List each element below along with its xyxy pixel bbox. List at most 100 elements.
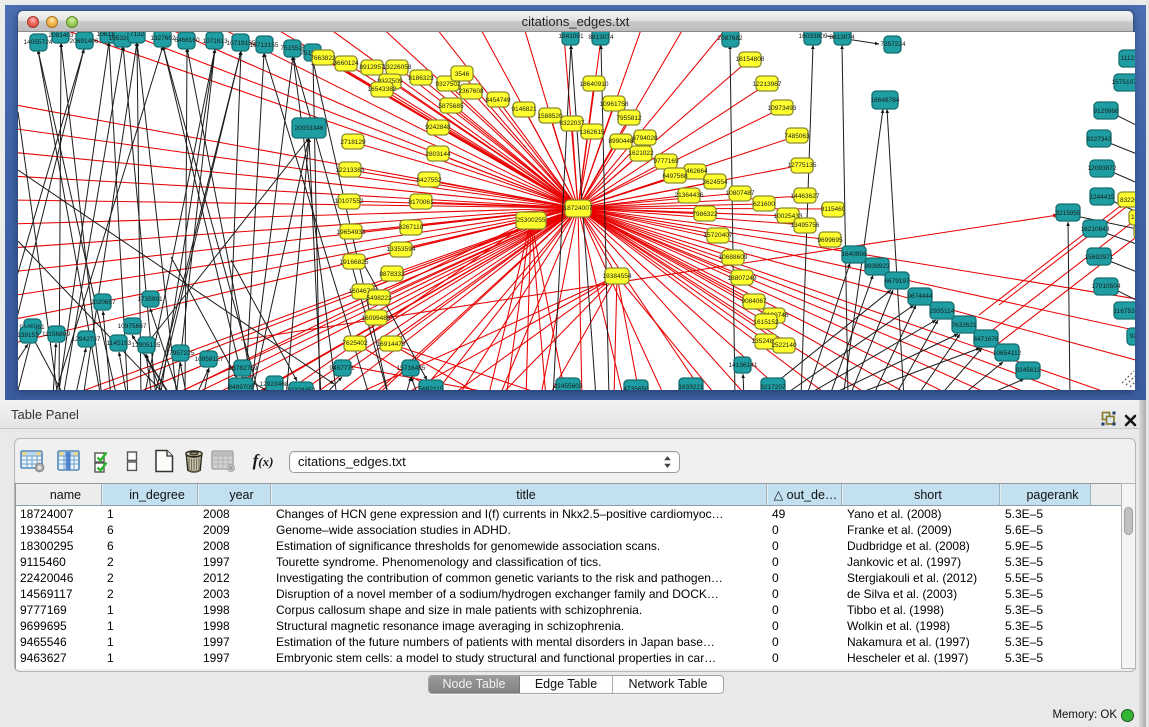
svg-text:1327602: 1327602	[150, 35, 176, 42]
svg-text:16782759: 16782759	[229, 365, 258, 372]
svg-text:19166825: 19166825	[340, 259, 369, 266]
svg-text:18640910: 18640910	[580, 81, 609, 88]
svg-text:10688609: 10688609	[719, 254, 748, 261]
svg-text:8813074: 8813074	[829, 34, 855, 41]
svg-text:8912957: 8912957	[359, 64, 385, 71]
svg-text:9777169: 9777169	[653, 158, 679, 165]
svg-text:14136141: 14136141	[729, 362, 758, 369]
svg-text:9115460: 9115460	[821, 206, 846, 213]
svg-text:7986322: 7986322	[692, 211, 718, 218]
svg-text:7485063: 7485063	[784, 133, 810, 140]
svg-text:6794028: 6794028	[632, 135, 658, 142]
svg-text:9699695: 9699695	[817, 237, 843, 244]
svg-text:8489709: 8489709	[228, 384, 254, 390]
svg-text:16099489: 16099489	[362, 315, 391, 322]
svg-text:7632621: 7632621	[951, 322, 977, 329]
svg-text:8878332: 8878332	[379, 271, 405, 278]
svg-text:3624554: 3624554	[702, 179, 728, 186]
svg-text:9674444: 9674444	[907, 293, 933, 300]
svg-text:19384554: 19384554	[603, 273, 632, 280]
svg-text:15692971: 15692971	[1085, 254, 1114, 261]
svg-text:2718129: 2718129	[340, 139, 366, 146]
svg-text:1244415: 1244415	[1089, 194, 1115, 201]
svg-text:15716485: 15716485	[397, 365, 426, 372]
svg-text:8454749: 8454749	[485, 97, 511, 104]
svg-text:6679197: 6679197	[884, 278, 910, 285]
svg-text:10958127: 10958127	[195, 356, 224, 363]
svg-text:19654933: 19654933	[337, 229, 366, 236]
svg-text:12213967: 12213967	[753, 81, 782, 88]
svg-text:3215955: 3215955	[1055, 210, 1081, 217]
svg-text:6497568: 6497568	[662, 173, 688, 180]
svg-text:139153: 139153	[18, 332, 39, 339]
svg-text:10107552: 10107552	[335, 198, 364, 205]
svg-text:9217207: 9217207	[760, 384, 786, 390]
svg-text:3267110: 3267110	[399, 224, 424, 231]
svg-text:17010504: 17010504	[1092, 283, 1121, 290]
svg-text:7625402: 7625402	[342, 340, 368, 347]
svg-text:13353594: 13353594	[387, 246, 416, 253]
svg-text:111218: 111218	[1121, 55, 1135, 62]
svg-text:8471676: 8471676	[973, 336, 999, 343]
svg-text:16648784: 16648784	[871, 97, 900, 104]
svg-text:9227343: 9227343	[1086, 136, 1112, 143]
svg-text:10973493: 10973493	[768, 105, 797, 112]
svg-text:7132: 7132	[130, 32, 145, 38]
svg-text:16543382: 16543382	[368, 86, 397, 93]
svg-text:18724007: 18724007	[564, 205, 593, 212]
svg-text:3546: 3546	[455, 71, 470, 78]
svg-text:92450: 92450	[1130, 333, 1135, 340]
svg-text:12942737: 12942737	[72, 336, 101, 343]
svg-text:13495756: 13495756	[791, 222, 820, 229]
svg-text:17957225: 17957225	[166, 350, 195, 357]
svg-text:1640956: 1640956	[841, 251, 867, 258]
svg-text:2935114: 2935114	[930, 308, 955, 315]
svg-text:9129966: 9129966	[1093, 108, 1119, 115]
svg-text:18807249: 18807249	[728, 275, 757, 282]
svg-text:20053346: 20053346	[295, 125, 324, 132]
svg-text:5498222: 5498222	[366, 295, 392, 302]
svg-text:5682115: 5682115	[419, 386, 444, 390]
svg-text:7663822: 7663822	[310, 55, 336, 62]
svg-text:1621022: 1621022	[628, 150, 654, 157]
svg-text:16154808: 16154808	[736, 56, 765, 63]
svg-text:22455603: 22455603	[554, 383, 583, 390]
svg-text:7955812: 7955812	[616, 115, 642, 122]
svg-text:8990448: 8990448	[608, 138, 634, 145]
svg-text:12775135: 12775135	[788, 162, 817, 169]
svg-text:9084067: 9084067	[741, 298, 767, 305]
svg-text:12213383: 12213383	[336, 167, 365, 174]
svg-text:14055724: 14055724	[24, 39, 53, 46]
svg-text:8813074: 8813074	[588, 34, 614, 41]
svg-text:9327502: 9327502	[435, 81, 461, 88]
svg-text:10654112: 10654112	[993, 350, 1022, 357]
svg-text:8186323: 8186323	[408, 75, 434, 82]
svg-text:7357224: 7357224	[880, 41, 906, 48]
svg-text:1167533: 1167533	[1114, 308, 1135, 315]
svg-text:1841091: 1841091	[558, 33, 584, 40]
svg-text:5875685: 5875685	[438, 103, 464, 110]
svg-text:3660124: 3660124	[333, 60, 359, 67]
svg-text:16210643: 16210643	[1081, 226, 1110, 233]
svg-text:10961758: 10961758	[600, 101, 629, 108]
svg-text:16033809: 16033809	[799, 33, 828, 40]
svg-text:2087682: 2087682	[717, 35, 743, 42]
svg-text:8938923: 8938923	[864, 263, 890, 270]
svg-text:1145193: 1145193	[107, 340, 132, 347]
svg-text:1362615: 1362615	[579, 129, 605, 136]
svg-text:1071913: 1071913	[202, 38, 228, 45]
svg-text:8170061: 8170061	[408, 199, 434, 206]
svg-text:21364436: 21364436	[675, 192, 704, 199]
svg-text:621600: 621600	[753, 201, 775, 208]
svg-text:11156809: 11156809	[42, 331, 70, 338]
svg-text:12923468: 12923468	[260, 381, 289, 388]
svg-text:10975667: 10975667	[118, 323, 147, 330]
svg-text:15958: 15958	[1131, 214, 1135, 221]
svg-text:9146821: 9146821	[511, 106, 537, 113]
svg-text:1735991: 1735991	[137, 296, 163, 303]
svg-text:1588520: 1588520	[537, 113, 563, 120]
svg-text:15720407: 15720407	[704, 232, 733, 239]
svg-text:2803144: 2803144	[425, 151, 451, 158]
svg-text:10807487: 10807487	[726, 190, 755, 197]
svg-text:2522140: 2522140	[771, 342, 797, 349]
